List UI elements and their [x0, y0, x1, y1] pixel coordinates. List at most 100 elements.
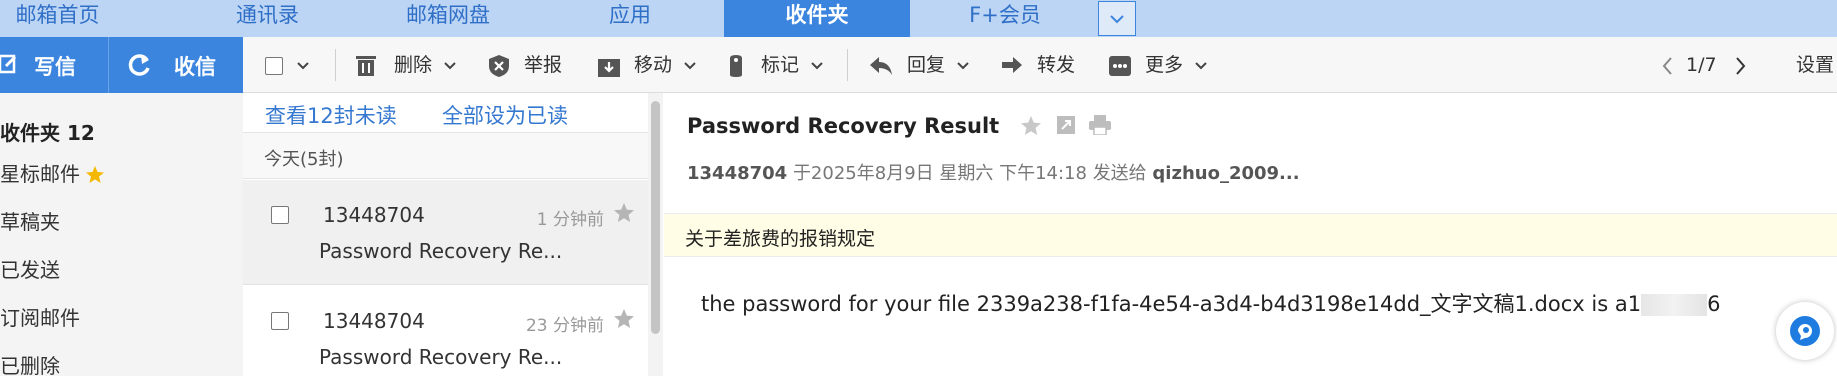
item-checkbox[interactable]	[271, 312, 289, 330]
tab-mail-home[interactable]: 邮箱首页	[0, 0, 115, 37]
forward-label: 转发	[1037, 54, 1076, 76]
chevron-down-icon	[811, 61, 823, 69]
select-all-checkbox[interactable]	[265, 51, 309, 79]
star-icon[interactable]	[614, 203, 634, 222]
delete-label: 删除	[394, 54, 433, 76]
mark-label: 标记	[761, 54, 800, 76]
chevron-right-icon	[1736, 56, 1746, 75]
item-sender: 13448704	[323, 203, 425, 227]
forward-icon	[1002, 56, 1022, 73]
scrollbar-thumb[interactable]	[651, 101, 660, 334]
shield-icon	[489, 54, 509, 77]
mark-all-read-link[interactable]: 全部设为已读	[442, 100, 568, 130]
reply-label: 回复	[907, 54, 946, 76]
chevron-down-icon	[1110, 15, 1124, 24]
next-page-button[interactable]	[1735, 51, 1747, 79]
tab-fplus-member[interactable]: F+会员	[940, 0, 1070, 37]
checkbox[interactable]	[265, 56, 283, 75]
folder-inbox[interactable]: 收件夹 12	[0, 117, 95, 146]
list-scrollbar[interactable]	[648, 93, 663, 376]
chevron-down-icon	[297, 61, 309, 69]
settings-button[interactable]: 设置	[1796, 51, 1834, 79]
row-divider	[243, 284, 648, 285]
write-button[interactable]: 写信	[0, 37, 108, 93]
star-icon	[86, 166, 105, 183]
chevron-down-icon	[684, 61, 696, 69]
folder-drafts[interactable]: 草稿夹	[0, 206, 60, 235]
chevron-down-icon	[444, 61, 456, 69]
item-time: 23 分钟前	[525, 316, 604, 336]
item-sender: 13448704	[323, 309, 425, 333]
tab-apps[interactable]: 应用	[585, 0, 675, 37]
folder-sent[interactable]: 已发送	[0, 254, 60, 283]
message-list: 查看12封未读 全部设为已读 今天(5封) 13448704 1 分钟前 Pas…	[243, 93, 663, 376]
top-nav: 邮箱首页 通讯录 邮箱网盘 应用 收件夹 F+会员	[0, 0, 1837, 37]
message-body: the password for your file 2339a238-f1fa…	[701, 288, 1720, 318]
unread-bar: 查看12封未读 全部设为已读	[243, 93, 648, 131]
star-icon[interactable]	[614, 309, 634, 328]
more-icon	[1109, 55, 1131, 76]
tag-icon	[730, 54, 742, 77]
print-icon[interactable]	[1089, 115, 1112, 136]
tab-contacts[interactable]: 通讯录	[200, 0, 335, 37]
popout-icon[interactable]	[1056, 115, 1076, 135]
date-group-header: 今天(5封)	[243, 132, 648, 179]
chevron-down-icon	[1195, 61, 1207, 69]
assistant-button[interactable]	[1776, 302, 1834, 360]
item-subject: Password Recovery Re...	[319, 239, 563, 263]
body-text-prefix: the password for your file 2339a238-f1fa…	[701, 292, 1642, 316]
refresh-icon	[128, 54, 150, 76]
date-group-label: 今天(5封)	[264, 149, 344, 170]
delete-button[interactable]: 删除	[356, 51, 456, 79]
redacted-region	[1641, 294, 1708, 316]
chevron-down-icon	[957, 61, 969, 69]
page-indicator: 1/7	[1686, 54, 1717, 76]
tab-inbox[interactable]: 收件夹	[724, 0, 910, 37]
item-subject: Password Recovery Re...	[319, 345, 563, 369]
more-button[interactable]: 更多	[1109, 51, 1207, 79]
move-icon	[598, 58, 620, 77]
sender-name[interactable]: 13448704	[687, 163, 787, 184]
folder-starred-label: 星标邮件	[0, 162, 80, 186]
folder-deleted[interactable]: 已删除	[0, 350, 60, 379]
folder-starred[interactable]: 星标邮件	[0, 158, 105, 187]
trash-icon	[356, 55, 376, 76]
toolbar-divider	[335, 49, 336, 81]
report-label: 举报	[524, 54, 563, 76]
reply-button[interactable]: 回复	[869, 51, 969, 79]
receive-button[interactable]: 收信	[108, 37, 243, 93]
compose-icon	[0, 54, 17, 74]
recipient-name[interactable]: qizhuo_2009...	[1152, 163, 1299, 184]
report-button[interactable]: 举报	[488, 51, 562, 79]
reading-pane: Password Recovery Result 13448704 于2025年…	[664, 93, 1837, 376]
star-icon[interactable]	[1020, 116, 1041, 135]
message-meta: 13448704 于2025年8月9日 星期六 下午14:18 发送给 qizh…	[687, 159, 1300, 185]
nav-more-dropdown[interactable]	[1098, 1, 1136, 36]
more-label: 更多	[1145, 54, 1184, 76]
folder-subscriptions[interactable]: 订阅邮件	[0, 302, 80, 331]
receive-label: 收信	[174, 55, 216, 79]
mark-button[interactable]: 标记	[727, 51, 823, 79]
view-unread-link[interactable]: 查看12封未读	[265, 100, 397, 130]
toolbar: 删除 举报 移动 标记 回复 转发 更多 1/7 设置	[243, 37, 1837, 93]
body-text-suffix: 6	[1707, 292, 1721, 316]
message-title: Password Recovery Result	[687, 114, 1000, 138]
write-label: 写信	[34, 55, 76, 79]
message-title-row: Password Recovery Result	[687, 114, 1112, 138]
move-button[interactable]: 移动	[598, 51, 696, 79]
subject-line: 关于差旅费的报销规定	[685, 228, 876, 250]
tab-netdisk[interactable]: 邮箱网盘	[388, 0, 508, 37]
prev-page-button[interactable]	[1661, 51, 1673, 79]
reply-icon	[870, 56, 892, 75]
item-checkbox[interactable]	[271, 206, 289, 224]
list-item[interactable]: 13448704 23 分钟前 Password Recovery Re...	[243, 286, 648, 391]
move-label: 移动	[634, 54, 673, 76]
folder-sidebar: 收件夹 12 星标邮件 草稿夹 已发送 订阅邮件 已删除	[0, 93, 243, 379]
chevron-left-icon	[1662, 56, 1672, 75]
toolbar-divider	[847, 49, 848, 81]
chat-bubble-icon	[1790, 316, 1820, 346]
item-time: 1 分钟前	[536, 210, 604, 230]
subject-banner: 关于差旅费的报销规定	[664, 213, 1837, 257]
list-item[interactable]: 13448704 1 分钟前 Password Recovery Re...	[243, 180, 648, 285]
forward-button[interactable]: 转发	[1001, 51, 1075, 79]
